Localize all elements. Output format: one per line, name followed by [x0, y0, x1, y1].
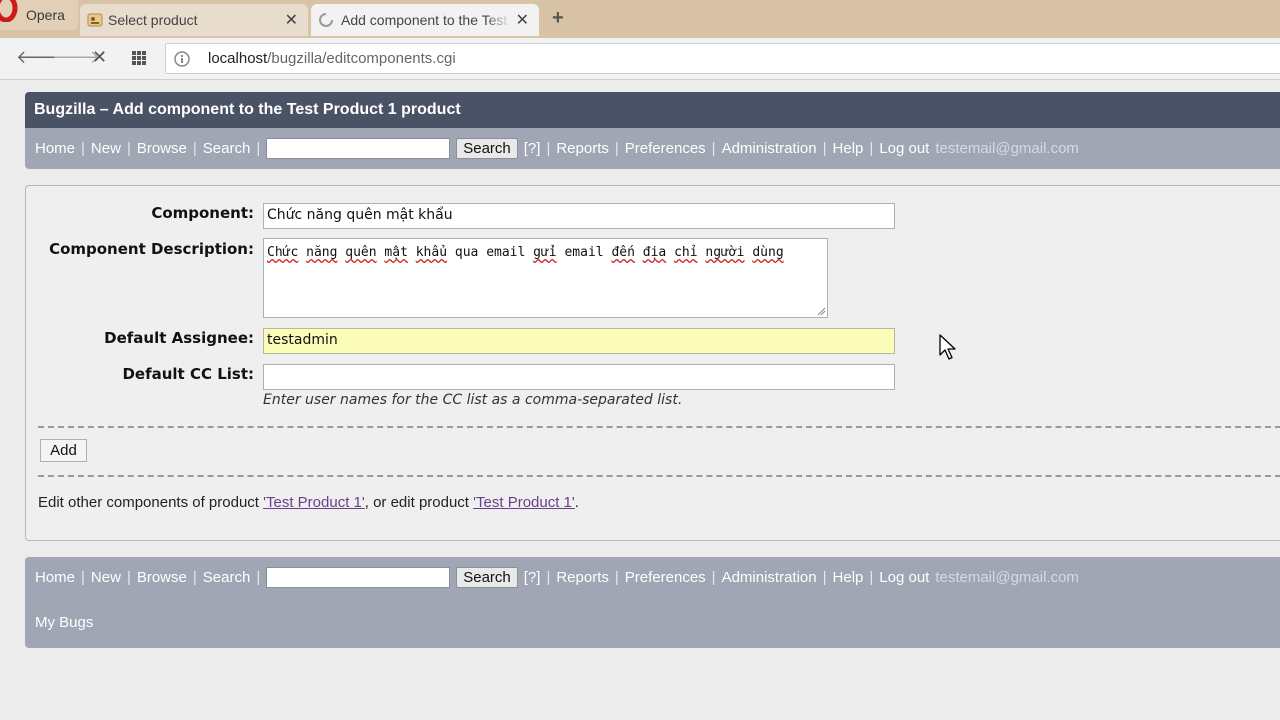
description-word: chỉ	[674, 245, 698, 260]
quicksearch-button[interactable]: Search	[456, 567, 518, 588]
bottom-nav-bar: Home | New | Browse | Search | Search [?] | R…	[25, 557, 1280, 648]
description-word: đến	[611, 245, 635, 260]
nav-administration-link[interactable]: Administration	[722, 569, 817, 586]
opera-menu-label: Opera	[26, 7, 65, 23]
stop-loading-icon[interactable]: ✕	[92, 47, 107, 68]
page-title: Bugzilla – Add component to the Test Pro…	[34, 101, 461, 118]
url-input[interactable]: localhost/bugzilla/editcomponents.cgi	[165, 43, 1280, 74]
edit-links-text: Edit other components of product 'Test P…	[38, 494, 579, 511]
default-assignee-label: Default Assignee:	[104, 329, 254, 347]
description-word: người	[705, 245, 745, 260]
nav-search-link[interactable]: Search	[203, 569, 251, 586]
quicksearch-input[interactable]	[266, 567, 451, 588]
opera-logo-icon	[0, 0, 18, 22]
nav-help-link[interactable]: Help	[833, 569, 864, 586]
divider	[38, 426, 1280, 428]
description-word: khẩu	[415, 245, 448, 260]
edit-product-link[interactable]: 'Test Product 1'	[473, 494, 575, 511]
nav-home-link[interactable]: Home	[35, 140, 75, 157]
top-nav-bar: Home | New | Browse | Search | Search [?] | R…	[25, 128, 1280, 169]
nav-browse-link[interactable]: Browse	[137, 140, 187, 157]
tab-title: Add component to the Test	[341, 12, 508, 28]
nav-help-link[interactable]: Help	[833, 140, 864, 157]
description-word: quên	[345, 245, 377, 260]
resize-grip-icon[interactable]	[817, 307, 826, 316]
nav-reports-link[interactable]: Reports	[556, 140, 609, 157]
quicksearch-help-link[interactable]: [?]	[524, 569, 541, 586]
nav-browse-link[interactable]: Browse	[137, 569, 187, 586]
my-bugs-link[interactable]: My Bugs	[35, 614, 93, 631]
description-word: mật	[384, 245, 408, 260]
description-word: địa	[642, 245, 667, 260]
nav-administration-link[interactable]: Administration	[722, 140, 817, 157]
description-word: email	[564, 245, 604, 260]
quicksearch-input[interactable]	[266, 138, 451, 159]
description-word: email	[486, 245, 526, 260]
nav-preferences-link[interactable]: Preferences	[625, 140, 706, 157]
description-word: gửi	[533, 245, 557, 260]
edit-components-link[interactable]: 'Test Product 1'	[263, 494, 365, 511]
add-button[interactable]: Add	[40, 439, 87, 462]
component-label: Component:	[151, 204, 254, 222]
quicksearch-help-link[interactable]: [?]	[524, 140, 541, 157]
nav-reports-link[interactable]: Reports	[556, 569, 609, 586]
address-bar-row: 🡐 🡒 ✕ localhost/bugzilla/editcomponents.…	[0, 38, 1280, 80]
description-word: năng	[306, 245, 338, 260]
nav-preferences-link[interactable]: Preferences	[625, 569, 706, 586]
default-assignee-input[interactable]: testadmin	[263, 328, 895, 354]
page-header: Bugzilla – Add component to the Test Pro…	[25, 92, 1280, 128]
nav-new-link[interactable]: New	[91, 140, 121, 157]
description-word: Chức	[267, 245, 299, 260]
default-cc-list-input[interactable]	[263, 364, 895, 390]
opera-menu-button[interactable]: Opera	[0, 0, 78, 30]
cc-list-hint: Enter user names for the CC list as a co…	[263, 392, 683, 408]
mouse-pointer-icon	[939, 334, 956, 360]
nav-home-link[interactable]: Home	[35, 569, 75, 586]
tab-close-icon[interactable]: ✕	[285, 10, 298, 30]
component-description-label: Component Description:	[49, 240, 254, 258]
loading-spinner-icon	[319, 13, 333, 27]
nav-logout-link[interactable]: Log out	[879, 569, 929, 586]
description-word: dùng	[752, 245, 784, 260]
quicksearch-button[interactable]: Search	[456, 138, 518, 159]
component-description-textarea[interactable]: Chức năng quên mật khẩu qua email gửi em…	[263, 238, 828, 318]
component-name-input[interactable]: Chức năng quên mật khẩu	[263, 203, 895, 229]
user-email: testemail@gmail.com	[935, 140, 1079, 157]
url-text: localhost/bugzilla/editcomponents.cgi	[208, 50, 456, 67]
description-word: qua	[454, 245, 479, 260]
site-info-icon[interactable]	[174, 51, 190, 67]
user-email: testemail@gmail.com	[935, 569, 1079, 586]
nav-search-link[interactable]: Search	[203, 140, 251, 157]
nav-new-link[interactable]: New	[91, 569, 121, 586]
tab-close-icon[interactable]: ✕	[516, 10, 529, 30]
new-tab-button[interactable]: +	[552, 7, 564, 30]
tab-title: Select product	[108, 12, 198, 28]
nav-logout-link[interactable]: Log out	[879, 140, 929, 157]
tab-add-component[interactable]: Add component to the Test ✕	[311, 4, 539, 36]
browser-tabstrip: Opera Select product ✕ Add component to …	[0, 0, 1280, 38]
divider	[38, 475, 1280, 477]
speed-dial-grid-icon[interactable]	[131, 50, 147, 66]
bugzilla-favicon-icon	[87, 13, 103, 27]
add-component-form: Component: Chức năng quên mật khẩu Compo…	[25, 185, 1280, 541]
tab-select-product[interactable]: Select product ✕	[80, 4, 308, 36]
default-cc-list-label: Default CC List:	[122, 365, 254, 383]
